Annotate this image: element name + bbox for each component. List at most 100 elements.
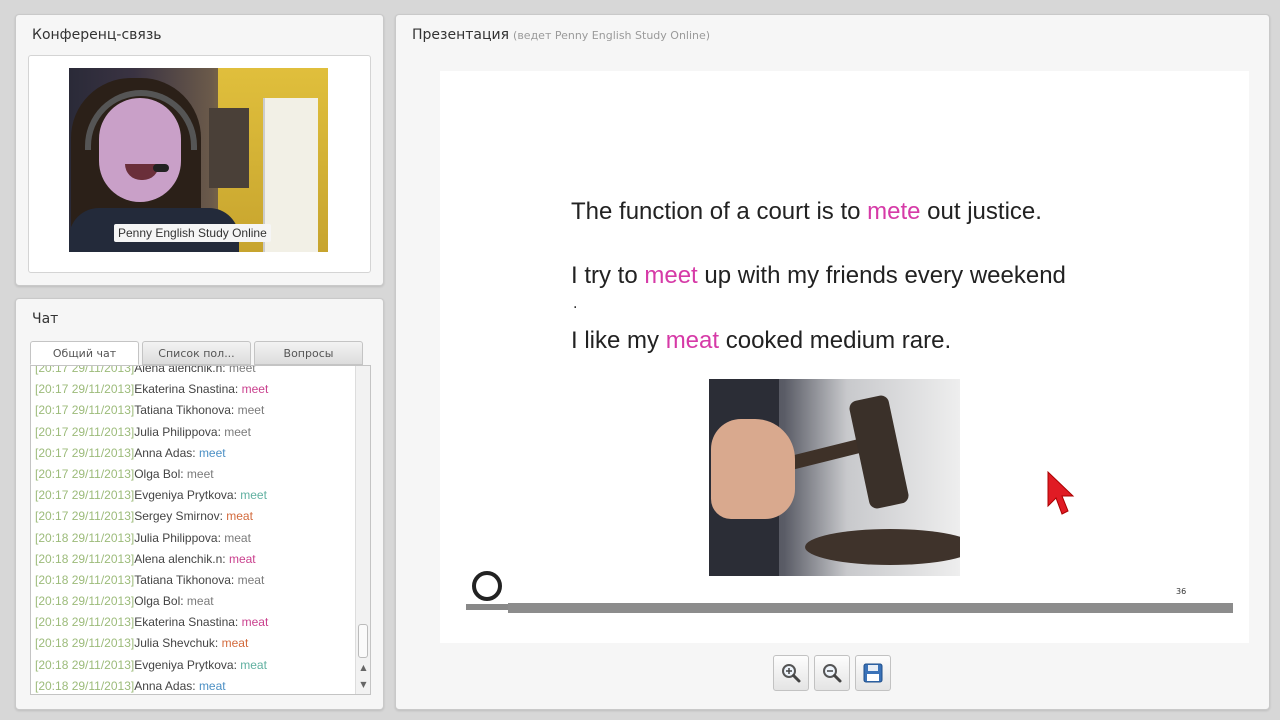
presentation-panel: Презентация (ведет Penny English Study On…: [395, 14, 1270, 710]
tab-general-chat[interactable]: Общий чат: [30, 341, 139, 365]
presentation-title: Презентация (ведет Penny English Study On…: [412, 27, 710, 43]
sentence-2-end: up with my friends every weekend: [697, 262, 1066, 289]
sentence-1-start: The function of a court is to: [571, 198, 868, 225]
presentation-slide: The function of a court is to mete out j…: [440, 71, 1249, 643]
floppy-disk-icon: [863, 663, 883, 683]
chat-message-author: Anna Adas:: [134, 445, 196, 460]
slide-footer-bar: [508, 603, 1233, 613]
chat-message: [20:17 29/11/2013]Julia Philippova: meet: [35, 422, 352, 443]
chat-message-time: [20:17 29/11/2013]: [35, 466, 135, 481]
video-frame: Penny English Study Online: [28, 55, 371, 273]
chat-message: [20:18 29/11/2013]Olga Bol: meat: [35, 591, 352, 612]
chat-message-author: Olga Bol:: [134, 594, 184, 609]
chat-message-time: [20:18 29/11/2013]: [35, 636, 135, 651]
chat-message-author: Ekaterina Snastina:: [134, 615, 239, 630]
chat-message-time: [20:17 29/11/2013]: [35, 403, 135, 418]
chat-message: [20:18 29/11/2013]Anna Adas: meat: [35, 676, 352, 694]
chat-message-time: [20:18 29/11/2013]: [35, 572, 135, 587]
chat-message: [20:17 29/11/2013]Ekaterina Snastina: me…: [35, 379, 352, 400]
chat-message-text: meet: [228, 365, 256, 375]
chat-message-author: Evgeniya Prytkova:: [134, 657, 237, 672]
gavel-image-hand: [711, 419, 795, 519]
conference-title: Конференц-связь: [32, 27, 162, 43]
chat-message-author: Julia Philippova:: [134, 424, 221, 439]
chat-message-text: meet: [241, 382, 269, 397]
chat-message-author: Alena alenchik.n:: [134, 365, 226, 375]
logo-wordmark: [466, 604, 508, 610]
video-background-door: [263, 98, 318, 252]
chat-message: [20:18 29/11/2013]Alena alenchik.n: meat: [35, 549, 352, 570]
chat-message: [20:17 29/11/2013]Sergey Smirnov: meat: [35, 506, 352, 527]
chat-message-text: meet: [198, 445, 226, 460]
chat-message-author: Julia Philippova:: [134, 530, 221, 545]
chat-message-author: Olga Bol:: [134, 466, 184, 481]
sentence-3-end: cooked medium rare.: [719, 327, 952, 354]
magnifier-minus-icon: [823, 664, 842, 683]
english-study-logo-icon: [466, 571, 508, 617]
chat-message-time: [20:18 29/11/2013]: [35, 657, 135, 672]
chat-message-text: meat: [226, 509, 253, 524]
chat-message-text: meat: [198, 678, 226, 693]
chat-message: [20:18 29/11/2013]Julia Shevchuk: meat: [35, 633, 352, 654]
zoom-out-button[interactable]: [814, 655, 850, 691]
chat-message-author: Ekaterina Snastina:: [134, 382, 239, 397]
chat-message-time: [20:17 29/11/2013]: [35, 424, 135, 439]
chat-panel: Чат Общий чат Список пол... Вопросы [20:…: [15, 298, 384, 710]
microphone-icon: [153, 164, 169, 172]
chat-message: [20:18 29/11/2013]Julia Philippova: meat: [35, 528, 352, 549]
chat-message-author: Tatiana Tikhonova:: [134, 572, 235, 587]
tab-participants-list[interactable]: Список пол...: [142, 341, 251, 365]
chat-message-text: meet: [240, 488, 267, 503]
chat-message-text: meat: [224, 530, 251, 545]
webcam-video[interactable]: Penny English Study Online: [69, 68, 328, 252]
chat-message-text: meat: [237, 572, 265, 587]
chat-message-time: [20:18 29/11/2013]: [35, 678, 135, 693]
video-background-shelf: [209, 108, 249, 188]
chat-message: [20:17 29/11/2013]Alena alenchik.n: meet: [35, 365, 352, 379]
chat-message: [20:17 29/11/2013]Tatiana Tikhonova: mee…: [35, 400, 352, 421]
slide-sentence-1: The function of a court is to mete out j…: [571, 198, 1042, 226]
chat-message-text: meat: [228, 551, 256, 566]
chat-scrollbar[interactable]: ▲ ▼: [355, 366, 370, 694]
chat-message-text: meet: [224, 424, 251, 439]
chat-message: [20:17 29/11/2013]Anna Adas: meet: [35, 443, 352, 464]
chat-message-time: [20:17 29/11/2013]: [35, 365, 135, 375]
chat-message-time: [20:17 29/11/2013]: [35, 382, 135, 397]
scroll-down-arrow-icon[interactable]: ▼: [357, 678, 370, 692]
sentence-1-keyword: mete: [867, 198, 921, 225]
zoom-in-button[interactable]: [773, 655, 809, 691]
chat-message-author: Alena alenchik.n:: [134, 551, 226, 566]
scroll-up-arrow-icon[interactable]: ▲: [357, 661, 370, 675]
chat-message-text: meet: [186, 466, 214, 481]
presentation-presenter: (ведет Penny English Study Online): [513, 29, 711, 42]
gavel-image: [709, 379, 960, 576]
chat-message: [20:17 29/11/2013]Evgeniya Prytkova: mee…: [35, 485, 352, 506]
sentence-1-end: out justice.: [920, 198, 1042, 225]
tab-questions[interactable]: Вопросы: [254, 341, 363, 365]
chat-message-author: Evgeniya Prytkova:: [134, 488, 237, 503]
chat-message-text: meet: [237, 403, 265, 418]
chat-tabs: Общий чат Список пол... Вопросы: [30, 341, 363, 365]
save-button[interactable]: [855, 655, 891, 691]
scrollbar-thumb[interactable]: [358, 624, 368, 658]
chat-message-area[interactable]: [20:17 29/11/2013]Alena alenchik.n: meet…: [30, 365, 371, 695]
sentence-3-keyword: meat: [665, 327, 720, 354]
chat-message-author: Sergey Smirnov:: [134, 509, 223, 524]
chat-message-list: [20:17 29/11/2013]Alena alenchik.n: meet…: [35, 365, 352, 694]
chat-message-text: meat: [240, 657, 267, 672]
chat-message: [20:17 29/11/2013]Olga Bol: meet: [35, 464, 352, 485]
chat-message: [20:18 29/11/2013]Ekaterina Snastina: me…: [35, 612, 352, 633]
chat-message-author: Julia Shevchuk:: [134, 636, 219, 651]
sentence-3-start: I like my: [571, 327, 666, 354]
chat-message-time: [20:18 29/11/2013]: [35, 594, 135, 609]
logo-headphones-icon: [472, 571, 502, 601]
slide-sentence-2: I try to meet up with my friends every w…: [571, 262, 1066, 290]
chat-message-author: Anna Adas:: [134, 678, 196, 693]
chat-message-author: Tatiana Tikhonova:: [134, 403, 235, 418]
sentence-2-start: I try to: [571, 262, 645, 289]
chat-message-time: [20:18 29/11/2013]: [35, 551, 135, 566]
gavel-sound-block: [805, 529, 960, 565]
sentence-2-keyword: meet: [644, 262, 698, 289]
chat-message-time: [20:17 29/11/2013]: [35, 488, 135, 503]
presentation-title-text: Презентация: [412, 27, 510, 43]
